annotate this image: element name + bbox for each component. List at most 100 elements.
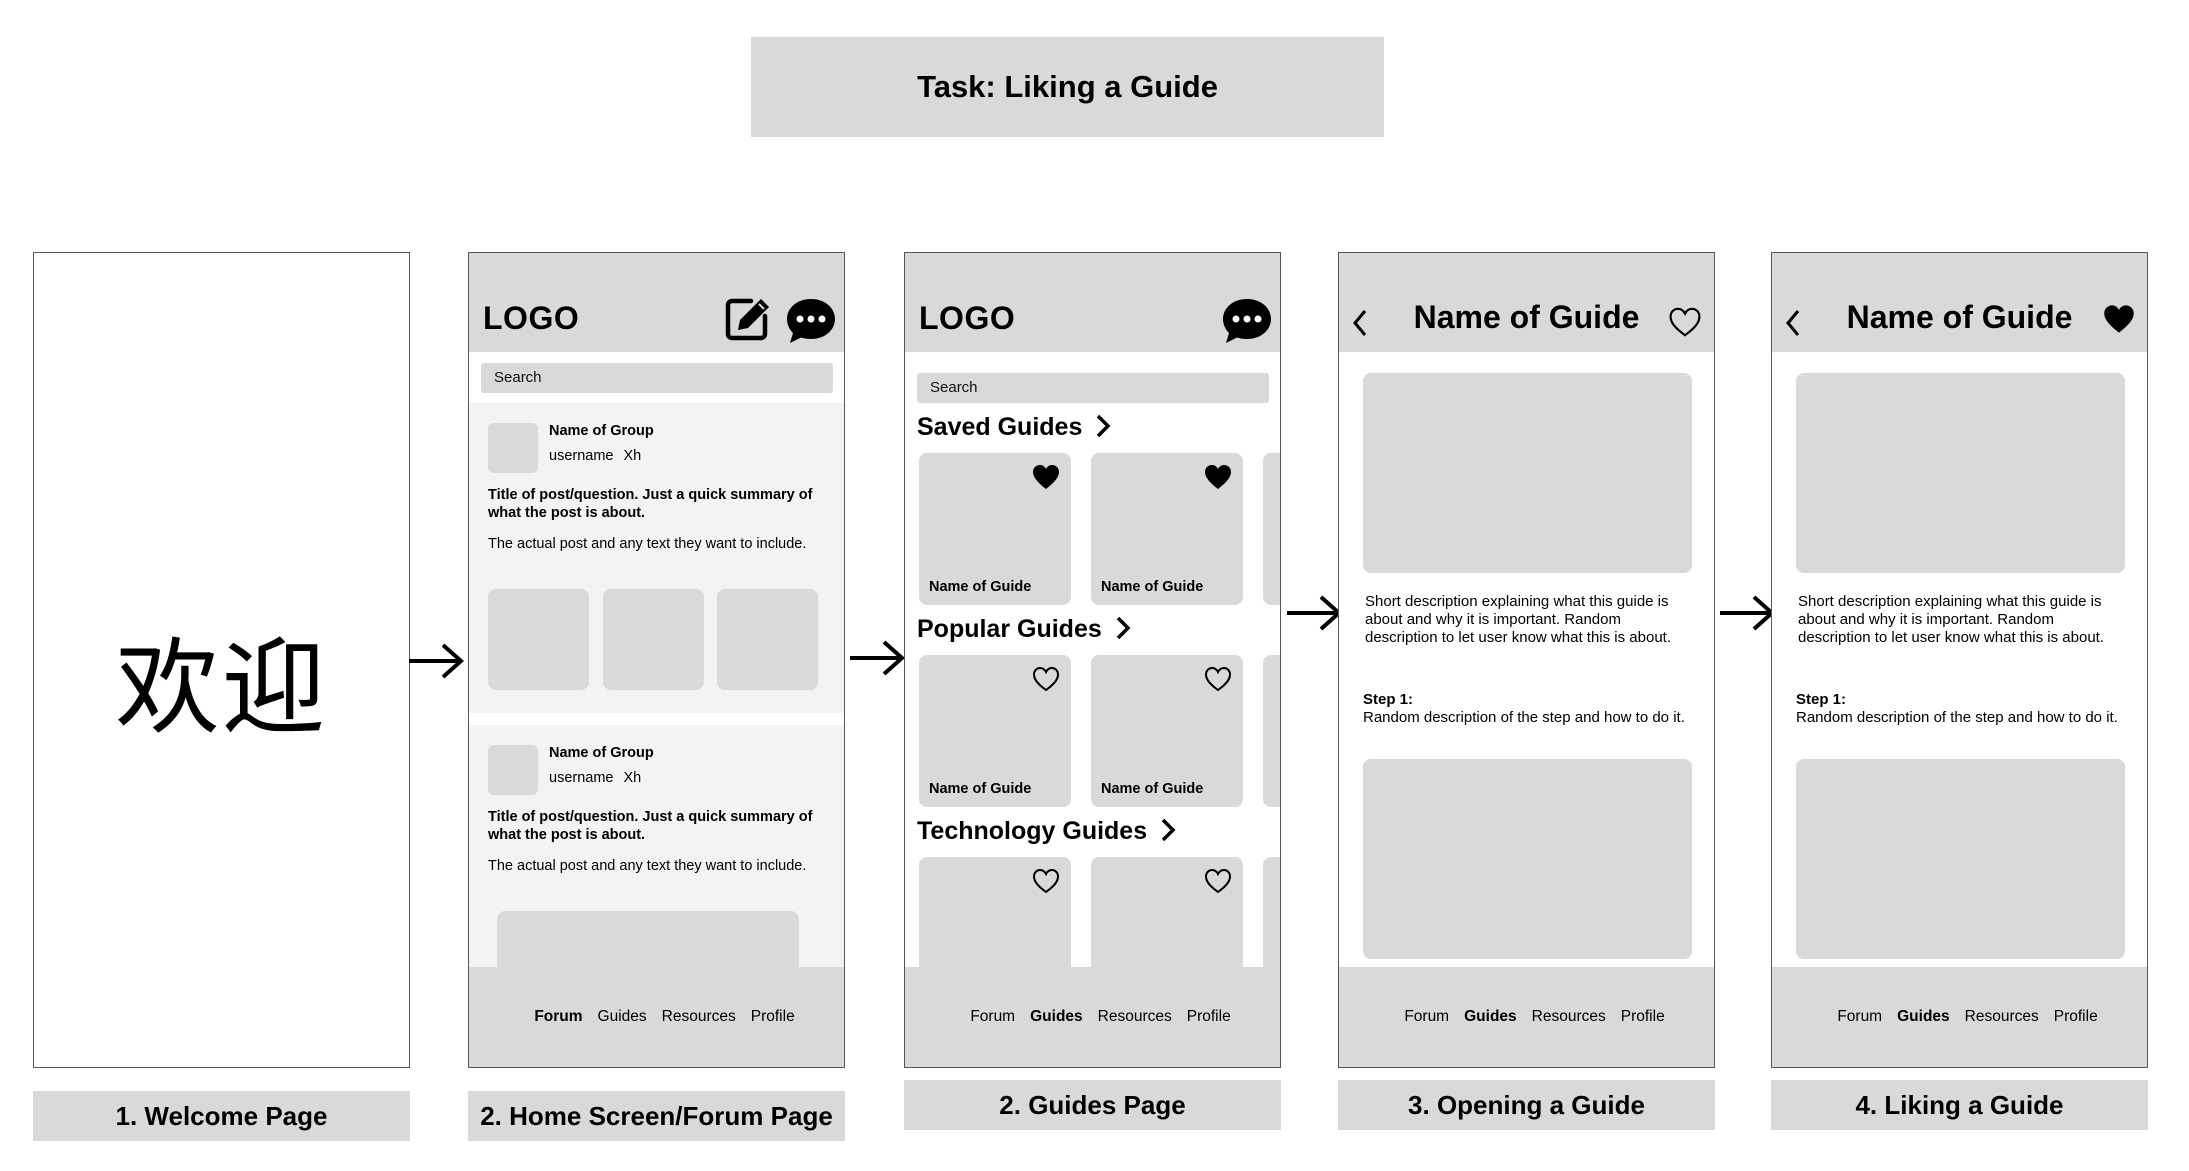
app-header: LOGO [905, 253, 1280, 352]
step-description: Random description of the step and how t… [1363, 709, 1685, 726]
guide-card-name: Name of Guide [1101, 781, 1204, 797]
step-label: Step 1: [1796, 691, 1847, 708]
bottom-nav: Forum Guides Resources Profile [1772, 967, 2147, 1067]
bottom-nav: Forum Guides Resources Profile [905, 967, 1280, 1067]
nav-profile[interactable]: Profile [2054, 1008, 2098, 1026]
logo[interactable]: LOGO [483, 300, 579, 337]
guide-header: Name of Guide [1772, 253, 2147, 352]
section-technology-guides[interactable]: Technology Guides [917, 817, 1176, 846]
section-popular-guides[interactable]: Popular Guides [917, 615, 1131, 644]
step-label: Step 1: [1363, 691, 1414, 708]
opening-guide-screen-label: 3. Opening a Guide [1338, 1080, 1715, 1130]
welcome-screen-label: 1. Welcome Page [33, 1091, 410, 1141]
group-avatar [488, 423, 538, 473]
heart-filled-icon[interactable] [2102, 303, 2136, 335]
flow-arrow-3 [1287, 595, 1343, 631]
welcome-text: 欢迎 [115, 627, 328, 749]
group-avatar [488, 745, 538, 795]
nav-forum[interactable]: Forum [1404, 1008, 1449, 1026]
guide-hero-image [1796, 373, 2125, 573]
nav-forum[interactable]: Forum [534, 1008, 582, 1026]
nav-forum[interactable]: Forum [970, 1008, 1015, 1026]
guide-card[interactable]: Name of Guide [1091, 655, 1243, 807]
group-name[interactable]: Name of Group [549, 745, 654, 761]
section-title: Technology Guides [917, 817, 1148, 845]
post-meta: username Xh [549, 770, 641, 786]
heart-filled-icon[interactable] [1031, 463, 1061, 491]
forum-screen-label: 2. Home Screen/Forum Page [468, 1091, 845, 1141]
task-title: Task: Liking a Guide [751, 37, 1384, 137]
liking-guide-screen: Name of Guide Short description explaini… [1771, 252, 2148, 1068]
guide-card-partial[interactable] [1263, 453, 1280, 605]
nav-resources[interactable]: Resources [1098, 1008, 1172, 1026]
step-description: Random description of the step and how t… [1796, 709, 2118, 726]
liking-guide-screen-label: 4. Liking a Guide [1771, 1080, 2148, 1130]
chevron-right-icon [1161, 819, 1176, 842]
nav-forum[interactable]: Forum [1837, 1008, 1882, 1026]
post-image[interactable] [603, 589, 704, 690]
search-input[interactable]: Search [481, 363, 833, 393]
nav-guides[interactable]: Guides [598, 1008, 647, 1026]
flow-arrow-1 [409, 643, 465, 679]
chat-icon[interactable] [1221, 297, 1273, 345]
guide-description: Short description explaining what this g… [1798, 593, 2104, 646]
post-body: The actual post and any text they want t… [488, 858, 807, 874]
guide-card[interactable]: Name of Guide [919, 453, 1071, 605]
guide-card-partial[interactable] [1263, 655, 1280, 807]
flow-arrow-4 [1720, 595, 1776, 631]
heart-outline-icon[interactable] [1031, 867, 1061, 895]
nav-profile[interactable]: Profile [1187, 1008, 1231, 1026]
guide-card[interactable]: Name of Guide [919, 655, 1071, 807]
guide-card-name: Name of Guide [929, 781, 1032, 797]
nav-guides[interactable]: Guides [1030, 1008, 1083, 1026]
forum-post[interactable]: Name of Group username Xh Title of post/q… [469, 403, 844, 713]
guide-title: Name of Guide [1413, 299, 1640, 335]
section-title: Popular Guides [917, 615, 1102, 643]
post-time: Xh [623, 448, 642, 464]
post-time: Xh [623, 770, 642, 786]
search-input[interactable]: Search [917, 373, 1269, 403]
post-username[interactable]: username [549, 448, 613, 464]
post-body: The actual post and any text they want t… [488, 536, 807, 552]
heart-outline-icon[interactable] [1203, 867, 1233, 895]
guide-hero-image [1363, 373, 1692, 573]
chat-icon[interactable] [785, 297, 837, 345]
heart-outline-icon[interactable] [1203, 665, 1233, 693]
post-image[interactable] [717, 589, 818, 690]
step-image [1363, 759, 1692, 959]
logo[interactable]: LOGO [919, 300, 1015, 337]
guide-header: Name of Guide [1339, 253, 1714, 352]
guides-screen: LOGO Search Saved Guides Name of Guide N… [904, 252, 1281, 1068]
heart-filled-icon[interactable] [1203, 463, 1233, 491]
post-image[interactable] [488, 589, 589, 690]
compose-icon[interactable] [723, 295, 771, 343]
nav-resources[interactable]: Resources [1532, 1008, 1606, 1026]
step-image [1796, 759, 2125, 959]
opening-guide-screen: Name of Guide Short description explaini… [1338, 252, 1715, 1068]
group-name[interactable]: Name of Group [549, 423, 654, 439]
section-saved-guides[interactable]: Saved Guides [917, 413, 1111, 442]
nav-profile[interactable]: Profile [1621, 1008, 1665, 1026]
guides-screen-label: 2. Guides Page [904, 1080, 1281, 1130]
nav-resources[interactable]: Resources [662, 1008, 736, 1026]
nav-guides[interactable]: Guides [1464, 1008, 1517, 1026]
chevron-right-icon [1116, 617, 1131, 640]
post-username[interactable]: username [549, 770, 613, 786]
bottom-nav: Forum Guides Resources Profile [1339, 967, 1714, 1067]
guide-title: Name of Guide [1846, 299, 2073, 335]
nav-profile[interactable]: Profile [751, 1008, 795, 1026]
bottom-nav: Forum Guides Resources Profile [469, 967, 844, 1067]
section-title: Saved Guides [917, 413, 1083, 441]
heart-outline-icon[interactable] [1667, 305, 1703, 339]
guide-card-name: Name of Guide [1101, 579, 1204, 595]
nav-resources[interactable]: Resources [1965, 1008, 2039, 1026]
post-meta: username Xh [549, 448, 641, 464]
forum-screen: LOGO Search Name of Group username Xh Tit… [468, 252, 845, 1068]
post-title[interactable]: Title of post/question. Just a quick sum… [488, 808, 828, 844]
guide-card[interactable]: Name of Guide [1091, 453, 1243, 605]
nav-guides[interactable]: Guides [1897, 1008, 1950, 1026]
post-title[interactable]: Title of post/question. Just a quick sum… [488, 486, 828, 522]
guide-card-name: Name of Guide [929, 579, 1032, 595]
heart-outline-icon[interactable] [1031, 665, 1061, 693]
flow-arrow-2 [850, 640, 906, 676]
